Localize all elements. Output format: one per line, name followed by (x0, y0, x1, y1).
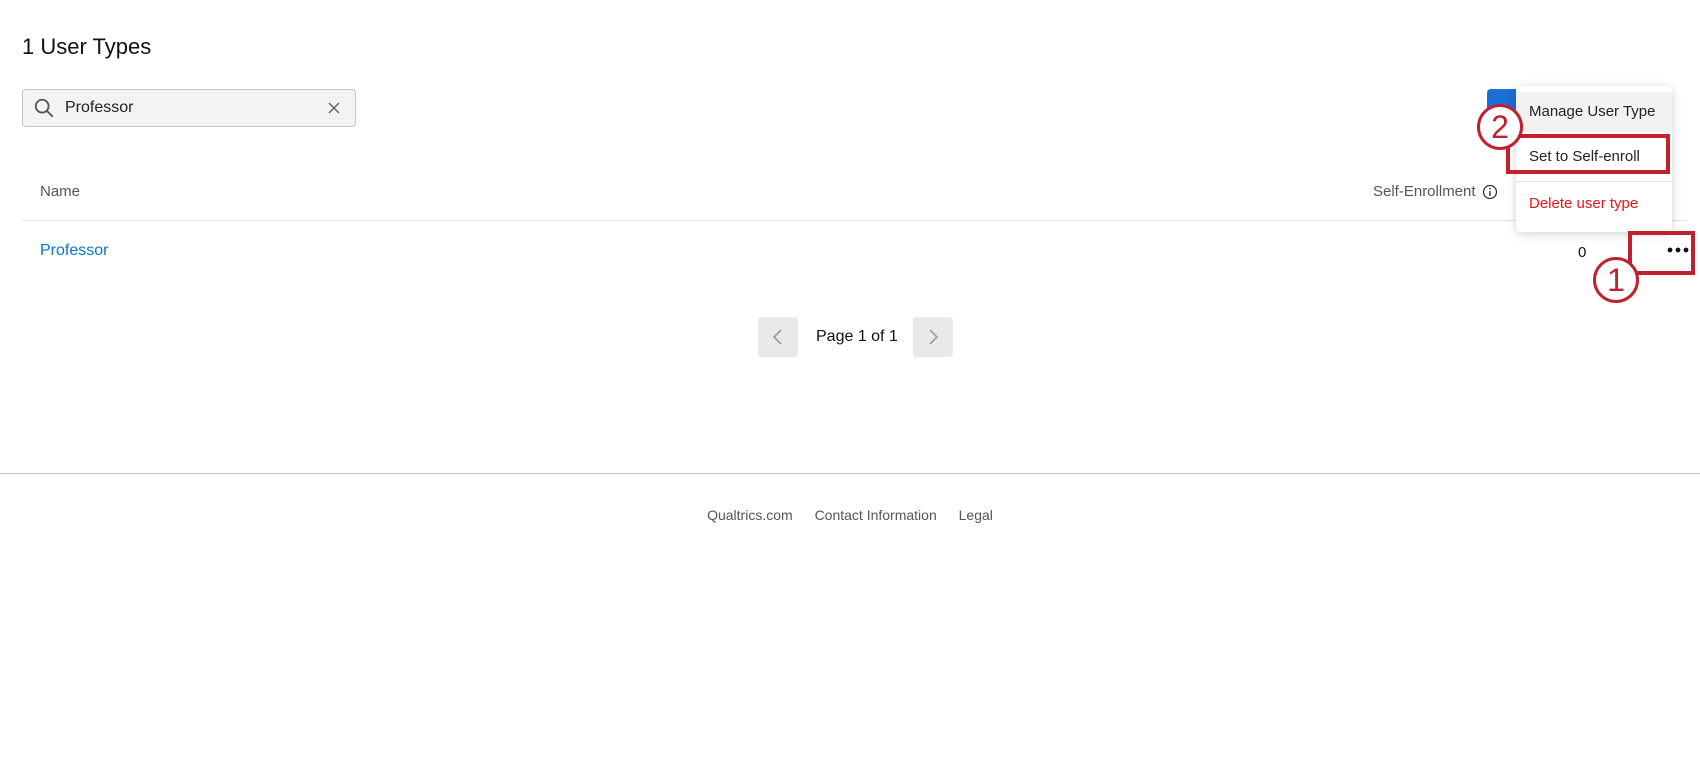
footer-link-contact[interactable]: Contact Information (815, 507, 937, 523)
footer-link-qualtrics[interactable]: Qualtrics.com (707, 507, 793, 523)
menu-item-manage-user-type[interactable]: Manage User Type (1516, 92, 1672, 132)
footer: Qualtrics.com Contact Information Legal (0, 507, 1700, 523)
previous-page-button[interactable] (758, 317, 798, 357)
column-header-name[interactable]: Name (40, 183, 80, 200)
info-icon[interactable] (1482, 184, 1498, 200)
search-box[interactable] (22, 89, 356, 127)
menu-item-delete-user-type[interactable]: Delete user type (1516, 184, 1672, 224)
chevron-right-icon (929, 329, 939, 345)
menu-divider (1516, 181, 1672, 182)
chevron-left-icon (772, 329, 782, 345)
table-row: Professor 0 (22, 221, 1689, 283)
column-header-self-enrollment-label: Self-Enrollment (1373, 183, 1476, 200)
actions-dropdown-menu: Manage User Type Set to Self-enroll Dele… (1516, 86, 1672, 232)
column-header-self-enrollment: Self-Enrollment (1373, 183, 1498, 200)
page: 1 User Types Name Self-Enrollment Profes… (0, 0, 1700, 758)
next-page-button[interactable] (913, 317, 953, 357)
self-enrollment-count: 0 (1578, 244, 1587, 261)
footer-link-legal[interactable]: Legal (959, 507, 993, 523)
page-indicator: Page 1 of 1 (816, 328, 898, 345)
more-options-icon (1667, 247, 1689, 253)
footer-divider (0, 473, 1700, 474)
search-input[interactable] (63, 92, 317, 124)
annotation-callout-2: 2 (1477, 104, 1523, 150)
table-header: Name Self-Enrollment (22, 168, 1688, 221)
close-icon[interactable] (327, 101, 341, 115)
search-icon (34, 98, 54, 118)
menu-item-set-to-self-enroll[interactable]: Set to Self-enroll (1516, 137, 1672, 177)
page-title: 1 User Types (22, 34, 152, 59)
pagination: Page 1 of 1 (758, 317, 953, 357)
row-actions-button[interactable] (1654, 235, 1700, 265)
annotation-callout-1: 1 (1593, 257, 1639, 303)
user-type-name-link[interactable]: Professor (40, 242, 108, 260)
